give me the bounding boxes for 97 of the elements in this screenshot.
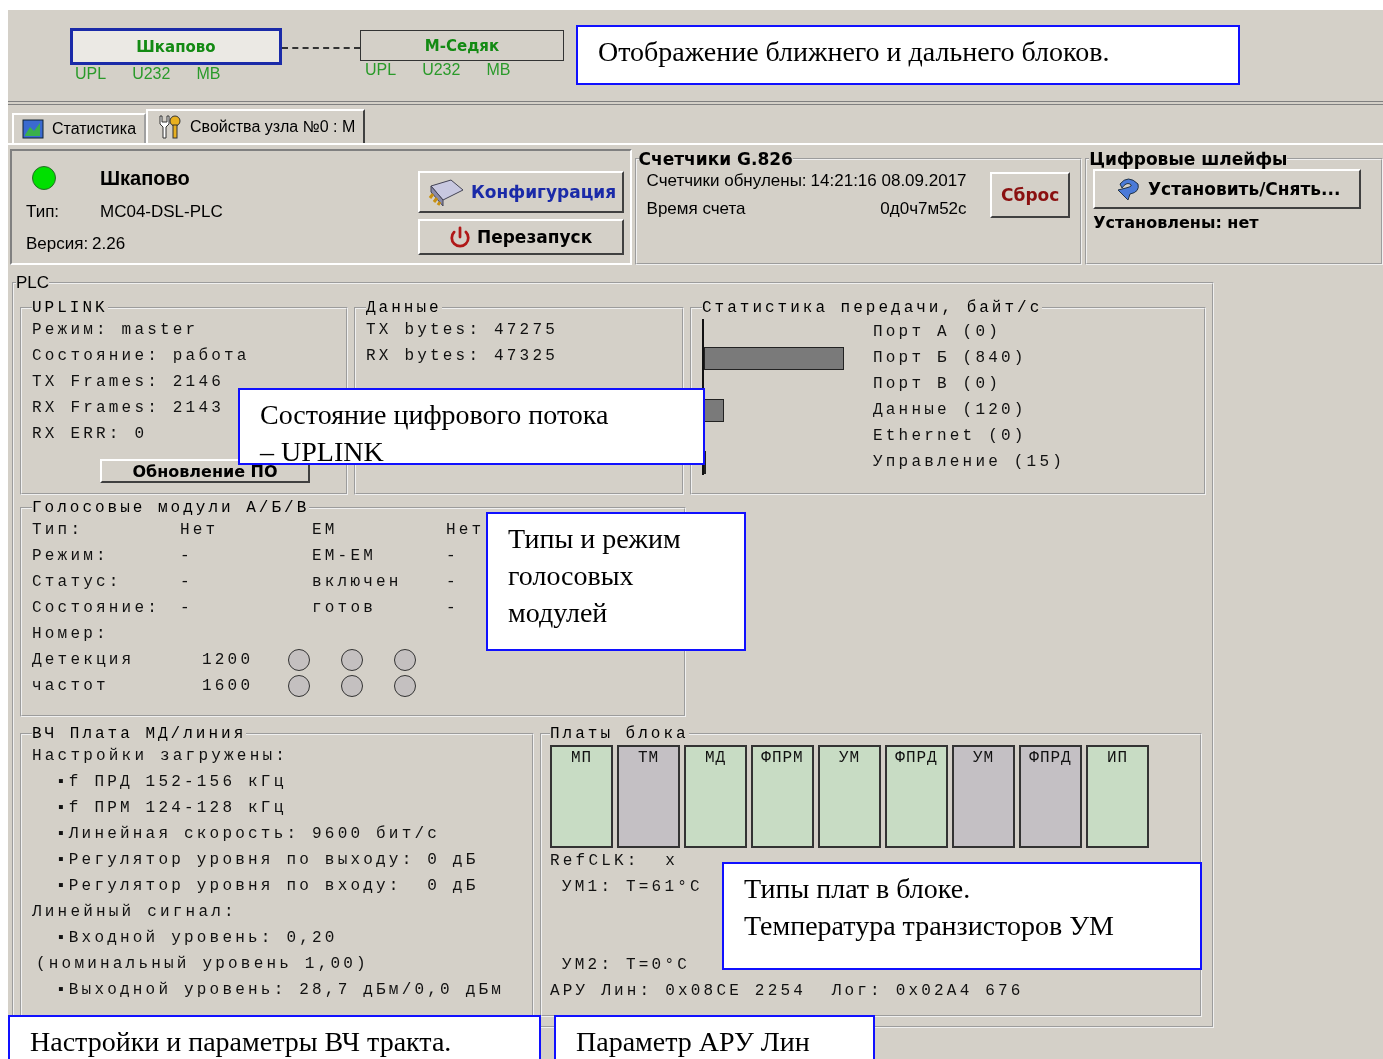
- uplink-line: TX Frames: 2146: [32, 373, 225, 391]
- annotation: Состояние цифрового потока – UPLINK: [238, 388, 705, 465]
- voice-cell-text: ЕМ-ЕМ: [312, 546, 377, 567]
- voice-cell-text: готов: [312, 598, 377, 619]
- hf-line: (номинальный уровень 1,00): [36, 955, 369, 973]
- voice-row-label: Режим:: [32, 546, 110, 567]
- data-line: RX bytes: 47325: [366, 347, 559, 365]
- wrench-key-icon: [156, 114, 183, 140]
- loops-status: Установлены: нет: [1093, 213, 1260, 232]
- voice-row-label: Номер:: [32, 624, 110, 645]
- port-label: UPL: [75, 65, 107, 83]
- board-slot: ФПРД: [1019, 745, 1082, 848]
- reset-button[interactable]: Сброс: [990, 172, 1071, 218]
- group-title: UPLINK: [32, 299, 108, 317]
- time-label: Время счета: [646, 199, 746, 219]
- group-title: Платы блока: [550, 725, 689, 743]
- node-name: Шкапово: [100, 166, 191, 190]
- type-label: Тип:: [26, 202, 61, 222]
- tab[interactable]: Статистика: [12, 113, 147, 143]
- annotation: Типы плат в блоке. Температура транзисторов УМ: [722, 862, 1202, 970]
- chart-icon: [22, 119, 44, 139]
- voice-cell-text: -: [446, 546, 460, 567]
- frequency: 1200: [202, 650, 255, 671]
- voice-row-label: Статус:: [32, 572, 123, 593]
- rate-label: Ethernet (0): [873, 426, 1028, 447]
- voice-cell-text: -: [180, 598, 194, 619]
- hf-line: Настройки загружены:: [32, 747, 289, 765]
- hf-line: ▪Выходной уровень: 28,7 дБм/0,0 дБм: [56, 981, 505, 999]
- group-title: PLC: [16, 273, 50, 293]
- port-label: U232: [422, 61, 461, 79]
- voice-cell-text: -: [446, 598, 460, 619]
- uplink-line: Режим: master: [32, 321, 199, 339]
- rate-label: Порт Б (840): [873, 348, 1028, 369]
- board-slot: ТМ: [617, 745, 680, 848]
- rate-label: Порт А (0): [873, 322, 1002, 343]
- count-time: 0д0ч7м52с: [880, 199, 967, 219]
- voice-cell-text: -: [446, 572, 460, 593]
- type-value: MC04-DSL-PLC: [100, 202, 223, 222]
- group-title: ВЧ Плата МД/линия: [32, 725, 247, 743]
- group-title: Счетчики G.826: [638, 149, 793, 169]
- rate-label: Данные (120): [873, 400, 1028, 421]
- annotation: Типы и режим голосовых модулей: [486, 512, 746, 651]
- voice-cell-text: -: [180, 546, 194, 567]
- detection-label: частот: [32, 676, 110, 697]
- voice-row-label: Состояние:: [32, 598, 161, 619]
- port-label: UPL: [365, 61, 397, 79]
- board-slot: МП: [550, 745, 613, 848]
- board-slot: УМ: [952, 745, 1015, 848]
- board-slot: ФПРД: [885, 745, 948, 848]
- annotation: Отображение ближнего и дальнего блоков.: [576, 25, 1240, 85]
- voice-cell-text: включен: [312, 572, 403, 593]
- port-label: MB: [486, 61, 511, 79]
- hf-line: ▪Входной уровень: 0,20: [56, 929, 338, 947]
- hf-line: Линейный сигнал:: [32, 903, 237, 921]
- frequency: 1600: [202, 676, 255, 697]
- reset-label: Счетчики обнулены:: [646, 171, 807, 191]
- reset-time: 14:21:16 08.09.2017: [810, 171, 967, 191]
- configuration-button[interactable]: Конфигурация: [417, 171, 624, 213]
- hf-line: ▪f ПРД 152-156 кГц: [56, 773, 287, 791]
- voice-cell-text: Нет: [446, 520, 486, 541]
- voice-cell-text: Нет: [180, 520, 220, 541]
- group-title: Голосовые модули А/Б/В: [32, 499, 310, 517]
- annotation: Настройки и параметры ВЧ тракта.: [8, 1015, 541, 1059]
- uplink-line: RX Frames: 2143: [32, 399, 225, 417]
- port-label: MB: [196, 65, 221, 83]
- uplink-line: RX ERR: 0: [32, 425, 148, 443]
- set-clear-button[interactable]: Установить/Снять...: [1093, 169, 1362, 209]
- node-box[interactable]: Шкапово: [70, 28, 282, 65]
- voice-cell-text: ЕМ: [312, 520, 339, 541]
- hf-line: ▪Регулятор уровня по входу: 0 дБ: [56, 877, 479, 895]
- tab[interactable]: Свойства узла №0 : М: [146, 109, 366, 143]
- restart-button[interactable]: Перезапуск: [417, 219, 624, 255]
- rate-label: Управление (15): [873, 452, 1066, 473]
- uplink-line: Состояние: работа: [32, 347, 250, 365]
- group-title: Данные: [366, 299, 442, 317]
- rate-label: Порт В (0): [873, 374, 1002, 395]
- hf-line: ▪f ПРМ 124-128 кГц: [56, 799, 287, 817]
- board-slot: УМ: [818, 745, 881, 848]
- voice-row-label: Тип:: [32, 520, 85, 541]
- amplifier-temp: УМ1: T=61°C: [562, 878, 703, 896]
- agc-line: АРУ Лин: 0x08CE 2254 Лог: 0x02A4 676: [550, 982, 1024, 1000]
- data-line: TX bytes: 47275: [366, 321, 559, 339]
- amplifier-temp: УМ2: T=0°C: [562, 956, 690, 974]
- version-value: 2.26: [92, 234, 127, 254]
- power-icon: [448, 226, 471, 248]
- port-label: U232: [132, 65, 171, 83]
- detection-label: Детекция: [32, 650, 136, 671]
- group-title: Цифровые шлейфы: [1089, 149, 1288, 169]
- board-slot: МД: [684, 745, 747, 848]
- annotation: Параметр АРУ Лин: [554, 1015, 875, 1059]
- refclk-line: RefCLK: x: [550, 852, 678, 870]
- board-slot: ИП: [1086, 745, 1149, 848]
- board-slot: ФПРМ: [751, 745, 814, 848]
- hf-line: ▪Регулятор уровня по выходу: 0 дБ: [56, 851, 479, 869]
- voice-cell-text: -: [180, 572, 194, 593]
- hf-line: ▪Линейная скорость: 9600 бит/с: [56, 825, 441, 843]
- group-title: Статистика передачи, байт/с: [702, 299, 1043, 317]
